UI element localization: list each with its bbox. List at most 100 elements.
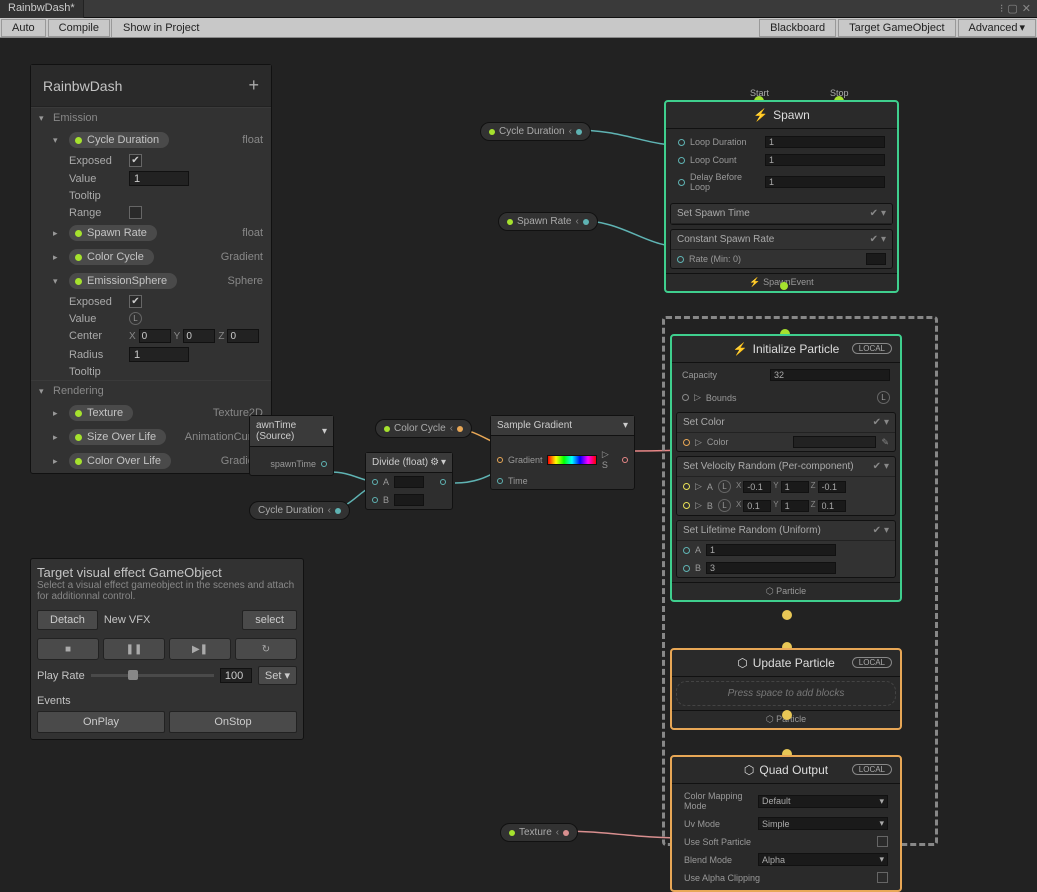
- chevron-down-icon[interactable]: ▾: [884, 461, 889, 472]
- blend-mode-select[interactable]: Alpha▾: [758, 853, 888, 866]
- blackboard-panel[interactable]: RainbwDash + ▾Emission ▾Cycle Durationfl…: [30, 64, 272, 474]
- value-input[interactable]: [129, 171, 189, 186]
- uv-mode-select[interactable]: Simple▾: [758, 817, 888, 830]
- spawn-out-port[interactable]: [780, 282, 788, 290]
- bounds-port[interactable]: [682, 394, 689, 401]
- play-rate-input[interactable]: [220, 668, 252, 683]
- divide-node[interactable]: Divide (float)⚙▾ A B: [365, 452, 453, 510]
- prop-color-over-life[interactable]: ▸Color Over LifeGradient: [31, 449, 271, 473]
- auto-button[interactable]: Auto: [1, 19, 46, 37]
- enabled-checkbox[interactable]: ✔: [870, 208, 878, 219]
- maximize-icon[interactable]: ▢: [1007, 2, 1017, 15]
- color-cycle-node[interactable]: Color Cycle‹: [375, 419, 472, 438]
- restart-button[interactable]: ↻: [235, 638, 297, 660]
- a-input[interactable]: [394, 476, 424, 488]
- pause-button[interactable]: ❚❚: [103, 638, 165, 660]
- vel-bx[interactable]: [743, 500, 771, 512]
- center-x-input[interactable]: [139, 329, 171, 343]
- loop-duration-input[interactable]: [765, 136, 885, 148]
- lock-icon[interactable]: ⁝: [1000, 2, 1004, 15]
- enabled-checkbox[interactable]: ✔: [870, 234, 878, 245]
- output-port[interactable]: [440, 479, 446, 485]
- link-icon[interactable]: L: [129, 312, 142, 325]
- settings-icon[interactable]: ⚙: [430, 457, 439, 468]
- vel-bz[interactable]: [818, 500, 846, 512]
- vel-ax[interactable]: [743, 481, 771, 493]
- prop-color-cycle[interactable]: ▸Color CycleGradient: [31, 245, 271, 269]
- exposed-checkbox[interactable]: ✔: [129, 154, 142, 167]
- chevron-down-icon[interactable]: ▾: [884, 417, 889, 428]
- vel-az[interactable]: [818, 481, 846, 493]
- initialize-particle-context[interactable]: ⚡Initialize ParticleLOCAL Capacity ▷Boun…: [670, 334, 902, 602]
- radius-input[interactable]: [129, 347, 189, 362]
- alpha-clip-checkbox[interactable]: [877, 872, 888, 883]
- soft-particle-checkbox[interactable]: [877, 836, 888, 847]
- rate-port[interactable]: [677, 256, 684, 263]
- init-out-port[interactable]: [782, 610, 792, 620]
- add-block-hint[interactable]: Press space to add blocks: [676, 681, 896, 706]
- port[interactable]: [683, 502, 690, 509]
- graph-canvas[interactable]: RainbwDash + ▾Emission ▾Cycle Durationfl…: [0, 38, 1037, 852]
- close-icon[interactable]: ✕: [1022, 2, 1031, 15]
- update-out-port[interactable]: [782, 710, 792, 720]
- target-gameobject-button[interactable]: Target GameObject: [838, 19, 955, 37]
- center-y-input[interactable]: [183, 329, 215, 343]
- show-in-project-button[interactable]: Show in Project: [113, 19, 209, 37]
- range-checkbox[interactable]: [129, 206, 142, 219]
- link-icon[interactable]: L: [718, 499, 731, 512]
- enabled-checkbox[interactable]: ✔: [873, 525, 881, 536]
- window-tab[interactable]: RainbwDash*: [0, 0, 84, 18]
- port[interactable]: [683, 547, 690, 554]
- spawn-context[interactable]: ⚡Spawn Loop Duration Loop Count Delay Be…: [664, 100, 899, 293]
- color-port[interactable]: [683, 439, 690, 446]
- port[interactable]: [678, 157, 685, 164]
- sample-gradient-node[interactable]: Sample Gradient▾ Gradient▷ S Time: [490, 415, 635, 490]
- time-port[interactable]: [497, 478, 503, 484]
- port[interactable]: [678, 139, 685, 146]
- delay-input[interactable]: [765, 176, 885, 188]
- vel-ay[interactable]: [781, 481, 809, 493]
- quad-output-context[interactable]: ⬡Quad OutputLOCAL Color Mapping ModeDefa…: [670, 755, 902, 892]
- set-button[interactable]: Set ▾: [258, 666, 297, 685]
- spawntime-source-node[interactable]: awnTime (Source)▾ spawnTime: [249, 415, 334, 476]
- b-input[interactable]: [394, 494, 424, 506]
- loop-count-input[interactable]: [765, 154, 885, 166]
- play-rate-slider[interactable]: [91, 674, 214, 677]
- step-button[interactable]: ▶❚: [169, 638, 231, 660]
- chevron-down-icon[interactable]: ▾: [881, 234, 886, 245]
- center-z-input[interactable]: [227, 329, 259, 343]
- gradient-preview[interactable]: [547, 455, 596, 465]
- output-port[interactable]: [335, 508, 341, 514]
- compile-button[interactable]: Compile: [48, 19, 110, 37]
- texture-node[interactable]: Texture‹: [500, 823, 578, 842]
- prop-size-over-life[interactable]: ▸Size Over LifeAnimationCurve: [31, 425, 271, 449]
- cycle-duration-node[interactable]: Cycle Duration‹: [480, 122, 591, 141]
- output-port[interactable]: [563, 830, 569, 836]
- output-port[interactable]: [321, 461, 327, 467]
- rate-input[interactable]: [866, 253, 886, 265]
- spawn-rate-node[interactable]: Spawn Rate‹: [498, 212, 598, 231]
- input-port-b[interactable]: [372, 497, 378, 503]
- port[interactable]: [678, 179, 685, 186]
- port[interactable]: [683, 565, 690, 572]
- output-port[interactable]: [622, 457, 628, 463]
- onstop-button[interactable]: OnStop: [169, 711, 297, 733]
- output-port[interactable]: [576, 129, 582, 135]
- chevron-down-icon[interactable]: ▾: [884, 525, 889, 536]
- prop-emission-sphere[interactable]: ▾EmissionSphereSphere: [31, 269, 271, 293]
- color-mapping-select[interactable]: Default▾: [758, 795, 888, 808]
- rendering-section[interactable]: ▾Rendering: [31, 380, 271, 401]
- detach-button[interactable]: Detach: [37, 610, 98, 630]
- prop-texture[interactable]: ▸TextureTexture2D: [31, 401, 271, 425]
- link-icon[interactable]: L: [877, 391, 890, 404]
- add-property-button[interactable]: +: [248, 75, 259, 96]
- advanced-dropdown[interactable]: Advanced▾: [958, 19, 1036, 37]
- enabled-checkbox[interactable]: ✔: [873, 417, 881, 428]
- color-field[interactable]: [793, 436, 876, 448]
- life-b-input[interactable]: [706, 562, 836, 574]
- gradient-port[interactable]: [497, 457, 503, 463]
- capacity-input[interactable]: [770, 369, 890, 381]
- output-port[interactable]: [457, 426, 463, 432]
- onplay-button[interactable]: OnPlay: [37, 711, 165, 733]
- stop-button[interactable]: ■: [37, 638, 99, 660]
